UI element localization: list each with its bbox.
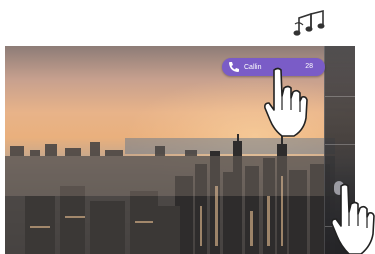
call-label: Callin xyxy=(244,63,262,71)
divider xyxy=(325,144,355,145)
divider xyxy=(325,96,355,97)
hand-pointer-icon xyxy=(264,67,308,137)
phone-icon xyxy=(229,62,239,72)
music-notes-icon xyxy=(293,9,325,36)
hand-pointer-icon xyxy=(331,183,375,254)
